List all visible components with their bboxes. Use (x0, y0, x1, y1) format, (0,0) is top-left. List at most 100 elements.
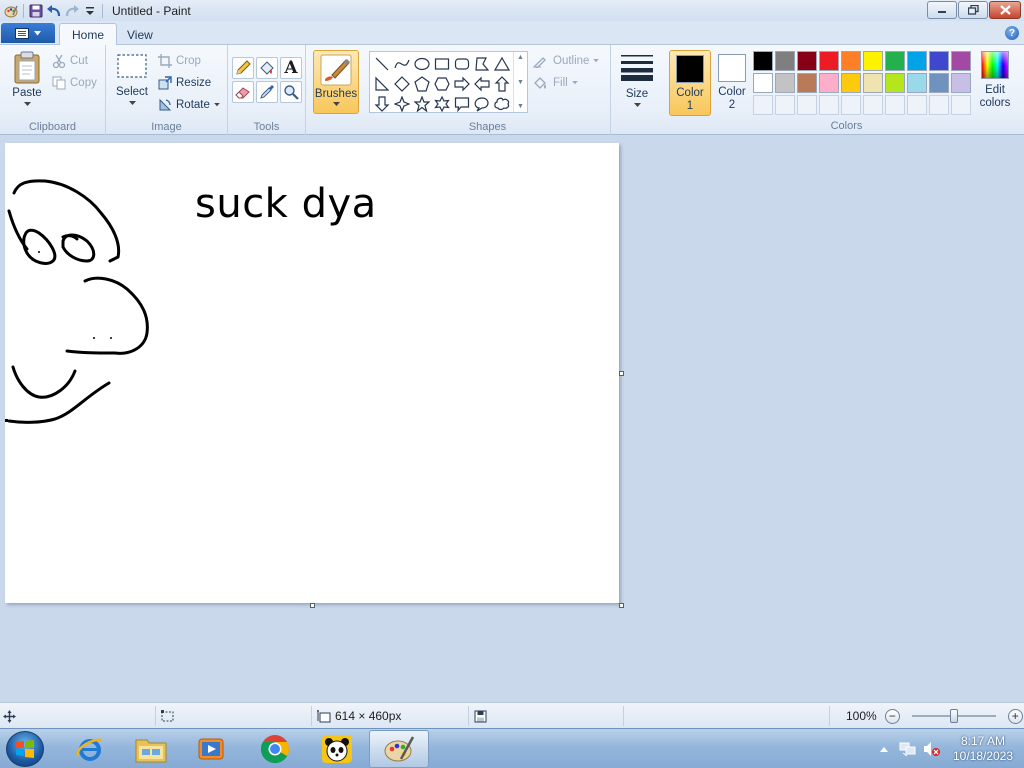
crop-button[interactable]: Crop (158, 51, 201, 71)
zoom-slider-thumb[interactable] (949, 709, 958, 723)
custom-color-slot[interactable] (885, 95, 905, 115)
zoom-slider[interactable] (911, 709, 996, 723)
custom-color-slot[interactable] (753, 95, 773, 115)
clock[interactable]: 8:17 AM 10/18/2023 (952, 734, 1014, 764)
up-arrow-shape[interactable] (492, 74, 512, 94)
custom-color-slot[interactable] (907, 95, 927, 115)
redo-icon[interactable] (63, 2, 81, 20)
rotate-button[interactable]: Rotate (158, 95, 220, 115)
taskbar-paint[interactable] (369, 730, 429, 768)
color-picker-tool[interactable] (256, 81, 278, 103)
custom-color-slot[interactable] (775, 95, 795, 115)
zoom-out-button[interactable]: − (884, 708, 900, 724)
palette-swatch[interactable] (929, 73, 949, 93)
taskbar-internet-explorer[interactable] (60, 730, 120, 768)
paint-menu-button[interactable] (1, 23, 55, 43)
custom-color-slot[interactable] (951, 95, 971, 115)
rounded-rectangle-shape[interactable] (452, 54, 472, 74)
shapes-scrollbar[interactable]: ▲ ▼ ▼ (513, 52, 527, 112)
color2-button[interactable]: Color 2 (713, 50, 751, 116)
line-shape[interactable] (372, 54, 392, 74)
eraser-tool[interactable] (232, 81, 254, 103)
volume-muted-icon[interactable] (922, 739, 942, 759)
brushes-button[interactable]: Brushes (313, 50, 359, 114)
resize-handle-right[interactable] (619, 371, 624, 376)
right-triangle-shape[interactable] (372, 74, 392, 94)
scroll-down-icon[interactable]: ▼ (517, 79, 524, 86)
custom-color-slot[interactable] (863, 95, 883, 115)
four-point-star-shape[interactable] (392, 94, 412, 114)
five-point-star-shape[interactable] (412, 94, 432, 114)
restore-button[interactable] (958, 1, 988, 19)
zoom-in-button[interactable]: + (1007, 708, 1023, 724)
palette-swatch[interactable] (951, 73, 971, 93)
paint-app-icon[interactable] (2, 2, 20, 20)
palette-swatch[interactable] (753, 51, 773, 71)
expand-gallery-icon[interactable]: ▼ (517, 103, 524, 110)
color1-button[interactable]: Color 1 (669, 50, 711, 116)
custom-color-slot[interactable] (797, 95, 817, 115)
paste-button[interactable]: Paste (8, 51, 46, 107)
taskbar-media-player[interactable] (181, 730, 241, 768)
edit-colors-button[interactable]: Edit colors (975, 51, 1015, 110)
cloud-callout-shape[interactable] (492, 94, 512, 114)
left-arrow-shape[interactable] (472, 74, 492, 94)
pentagon-shape[interactable] (412, 74, 432, 94)
size-button[interactable]: Size (618, 53, 656, 108)
palette-swatch[interactable] (753, 73, 773, 93)
oval-shape[interactable] (412, 54, 432, 74)
network-icon[interactable] (898, 739, 918, 759)
copy-button[interactable]: Copy (52, 73, 97, 93)
text-tool[interactable]: A (280, 57, 302, 79)
palette-swatch[interactable] (841, 51, 861, 71)
oval-callout-shape[interactable] (472, 94, 492, 114)
start-button[interactable] (6, 731, 44, 767)
six-point-star-shape[interactable] (432, 94, 452, 114)
diamond-shape[interactable] (392, 74, 412, 94)
curve-shape[interactable] (392, 54, 412, 74)
taskbar-chrome[interactable] (245, 730, 305, 768)
resize-button[interactable]: Resize (158, 73, 211, 93)
help-icon[interactable]: ? (1005, 26, 1019, 40)
rectangle-shape[interactable] (432, 54, 452, 74)
palette-swatch[interactable] (819, 51, 839, 71)
tab-view[interactable]: View (115, 23, 165, 46)
fill-button[interactable]: Fill (533, 73, 578, 93)
palette-swatch[interactable] (797, 73, 817, 93)
tab-home[interactable]: Home (59, 23, 118, 46)
custom-color-slot[interactable] (819, 95, 839, 115)
cut-button[interactable]: Cut (52, 51, 88, 71)
custom-color-slot[interactable] (929, 95, 949, 115)
palette-swatch[interactable] (907, 51, 927, 71)
show-hidden-icons[interactable] (874, 739, 894, 759)
triangle-shape[interactable] (492, 54, 512, 74)
minimize-button[interactable] (927, 1, 957, 19)
taskbar-panda-app[interactable] (307, 730, 367, 768)
undo-icon[interactable] (45, 2, 63, 20)
right-arrow-shape[interactable] (452, 74, 472, 94)
magnifier-tool[interactable] (280, 81, 302, 103)
fill-tool[interactable] (256, 57, 278, 79)
resize-handle-bottom[interactable] (310, 603, 315, 608)
palette-swatch[interactable] (775, 51, 795, 71)
palette-swatch[interactable] (797, 51, 817, 71)
outline-button[interactable]: Outline (533, 51, 600, 71)
palette-swatch[interactable] (819, 73, 839, 93)
palette-swatch[interactable] (863, 51, 883, 71)
custom-color-slot[interactable] (841, 95, 861, 115)
close-button[interactable] (989, 1, 1021, 19)
palette-swatch[interactable] (841, 73, 861, 93)
customize-toolbar-icon[interactable] (81, 2, 99, 20)
scroll-up-icon[interactable]: ▲ (517, 54, 524, 61)
taskbar-explorer[interactable] (121, 730, 181, 768)
palette-swatch[interactable] (775, 73, 795, 93)
drawing-canvas[interactable]: suck dya (5, 143, 624, 608)
select-button[interactable]: Select (112, 51, 152, 106)
palette-swatch[interactable] (929, 51, 949, 71)
palette-swatch[interactable] (885, 51, 905, 71)
down-arrow-shape[interactable] (372, 94, 392, 114)
pencil-tool[interactable] (232, 57, 254, 79)
hexagon-shape[interactable] (432, 74, 452, 94)
palette-swatch[interactable] (863, 73, 883, 93)
palette-swatch[interactable] (907, 73, 927, 93)
